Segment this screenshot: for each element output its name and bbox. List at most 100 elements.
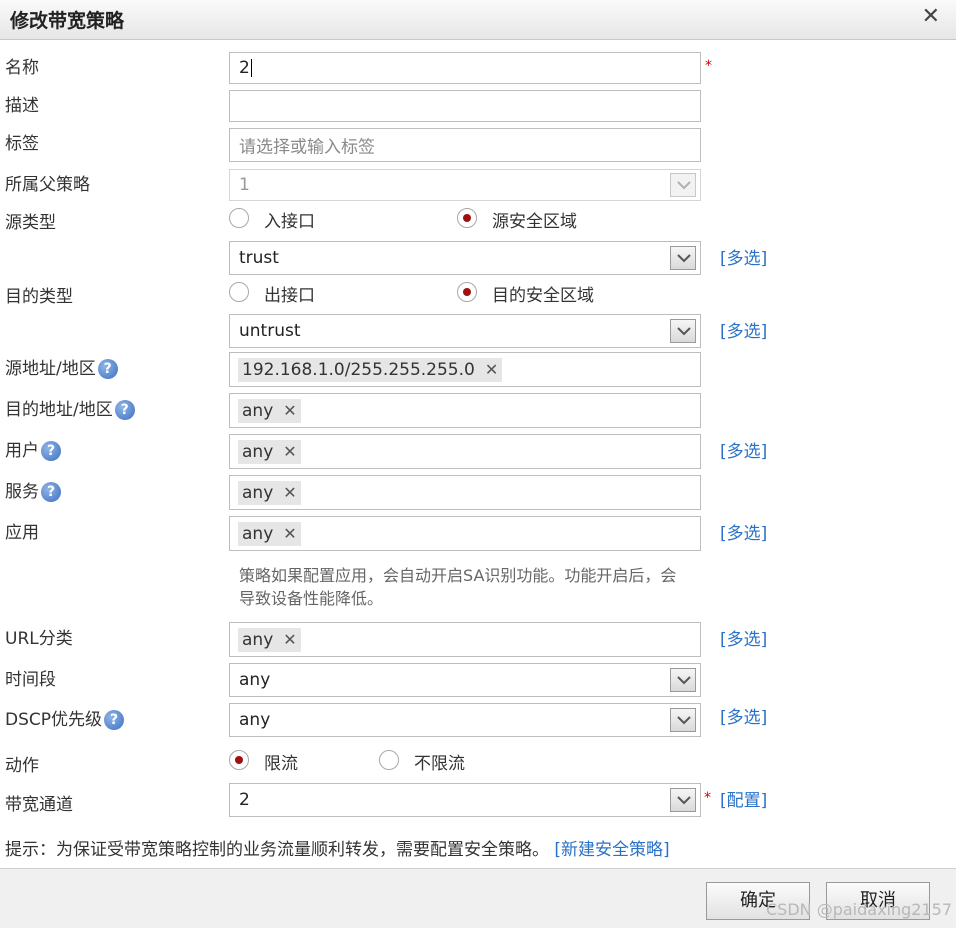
chevron-down-icon[interactable] (670, 708, 696, 732)
tip-message: 提示：为保证受带宽策略控制的业务流量顺利转发，需要配置安全策略。 (5, 840, 549, 860)
src-zone-select[interactable]: trust (229, 241, 701, 275)
required-mark: * (704, 790, 711, 806)
dialog-titlebar: 修改带宽策略 ✕ (0, 0, 956, 40)
radio-dst-zone-label: 目的安全区域 (492, 286, 594, 306)
src-type-label: 源类型 (5, 213, 56, 233)
user-tag-text: any (242, 442, 274, 462)
dialog-title: 修改带宽策略 (10, 10, 125, 32)
tags-label: 标签 (5, 134, 39, 154)
service-label-text: 服务 (5, 482, 39, 502)
help-icon[interactable]: ? (41, 441, 61, 461)
chevron-down-icon[interactable] (670, 246, 696, 270)
time-label: 时间段 (5, 670, 56, 690)
src-addr-tag: 192.168.1.0/255.255.255.0 ✕ (238, 358, 503, 382)
url-input[interactable]: any ✕ (229, 622, 701, 657)
radio-no-limit-label: 不限流 (414, 754, 465, 774)
user-tag: any ✕ (238, 440, 301, 464)
radio-dst-zone[interactable] (457, 282, 477, 302)
radio-no-limit[interactable] (379, 750, 399, 770)
dst-addr-input[interactable]: any ✕ (229, 393, 701, 428)
tag-remove-icon[interactable]: ✕ (283, 483, 296, 502)
url-label: URL分类 (5, 629, 73, 649)
tag-remove-icon[interactable]: ✕ (283, 401, 296, 420)
dst-zone-select[interactable]: untrust (229, 314, 701, 348)
src-addr-label: 源地址/地区? (5, 354, 118, 379)
close-icon[interactable]: ✕ (922, 4, 940, 29)
dialog-footer (0, 868, 956, 928)
radio-in-interface[interactable] (229, 208, 249, 228)
desc-label: 描述 (5, 96, 39, 116)
user-label: 用户? (5, 436, 61, 461)
url-multiselect-link[interactable]: [多选] (720, 625, 767, 650)
tag-remove-icon[interactable]: ✕ (283, 524, 296, 543)
tip-text: 提示：为保证受带宽策略控制的业务流量顺利转发，需要配置安全策略。 [新建安全策略… (5, 835, 670, 860)
help-icon[interactable]: ? (41, 482, 61, 502)
chevron-down-icon[interactable] (670, 319, 696, 343)
chevron-down-icon (670, 173, 696, 197)
service-tag-text: any (242, 483, 274, 503)
tags-placeholder: 请选择或输入标签 (239, 137, 375, 158)
name-label: 名称 (5, 58, 39, 78)
app-note: 策略如果配置应用，会自动开启SA识别功能。功能开启后，会导致设备性能降低。 (239, 566, 677, 608)
dscp-label-text: DSCP优先级 (5, 710, 103, 730)
channel-value: 2 (239, 790, 250, 810)
tag-remove-icon[interactable]: ✕ (283, 442, 296, 461)
dst-addr-tag-text: any (242, 401, 274, 421)
tag-remove-icon[interactable]: ✕ (283, 630, 296, 649)
time-value: any (239, 670, 271, 690)
parent-select: 1 (229, 169, 701, 201)
user-input[interactable]: any ✕ (229, 434, 701, 469)
user-multiselect-link[interactable]: [多选] (720, 437, 767, 462)
channel-label: 带宽通道 (5, 795, 73, 815)
tag-remove-icon[interactable]: ✕ (485, 360, 498, 379)
service-tag: any ✕ (238, 481, 301, 505)
dst-addr-label: 目的地址/地区? (5, 395, 135, 420)
dscp-select[interactable]: any (229, 703, 701, 737)
dst-type-label: 目的类型 (5, 287, 73, 307)
parent-value: 1 (239, 175, 250, 195)
radio-out-interface[interactable] (229, 282, 249, 302)
app-label: 应用 (5, 523, 39, 543)
radio-src-zone-label: 源安全区域 (492, 212, 577, 232)
service-label: 服务? (5, 477, 61, 502)
channel-config-link[interactable]: [配置] (720, 786, 767, 811)
dscp-value: any (239, 710, 271, 730)
dst-addr-label-text: 目的地址/地区 (5, 400, 113, 420)
dscp-label: DSCP优先级? (5, 705, 125, 730)
user-label-text: 用户 (5, 441, 39, 461)
desc-input[interactable] (229, 90, 701, 122)
src-zone-value: trust (239, 248, 279, 268)
help-icon[interactable]: ? (114, 400, 135, 420)
parent-label: 所属父策略 (5, 175, 90, 195)
help-icon[interactable]: ? (97, 359, 118, 379)
required-mark: * (705, 58, 712, 74)
app-tag-text: any (242, 524, 274, 544)
new-security-policy-link[interactable]: [新建安全策略] (554, 840, 669, 860)
help-icon[interactable]: ? (104, 710, 125, 730)
radio-limit-label: 限流 (264, 754, 298, 774)
chevron-down-icon[interactable] (670, 788, 696, 812)
dscp-multiselect-link[interactable]: [多选] (720, 703, 767, 728)
channel-select[interactable]: 2 (229, 783, 701, 817)
app-input[interactable]: any ✕ (229, 516, 701, 551)
time-select[interactable]: any (229, 663, 701, 697)
dst-zone-multiselect-link[interactable]: [多选] (720, 317, 767, 342)
src-zone-multiselect-link[interactable]: [多选] (720, 244, 767, 269)
radio-limit[interactable] (229, 750, 249, 770)
url-tag: any ✕ (238, 628, 301, 652)
app-multiselect-link[interactable]: [多选] (720, 519, 767, 544)
service-input[interactable]: any ✕ (229, 475, 701, 510)
name-value: 2 (239, 58, 250, 78)
watermark: CSDN @paidaxing2157 (766, 900, 952, 919)
src-addr-input[interactable]: 192.168.1.0/255.255.255.0 ✕ (229, 352, 701, 387)
radio-in-interface-label: 入接口 (264, 212, 315, 232)
src-addr-tag-text: 192.168.1.0/255.255.255.0 (242, 360, 475, 380)
action-label: 动作 (5, 756, 39, 776)
tags-input[interactable]: 请选择或输入标签 (229, 128, 701, 162)
app-tag: any ✕ (238, 522, 301, 546)
text-cursor (250, 59, 252, 77)
dst-zone-value: untrust (239, 321, 301, 341)
name-input[interactable]: 2 (229, 52, 701, 84)
radio-src-zone[interactable] (457, 208, 477, 228)
chevron-down-icon[interactable] (670, 668, 696, 692)
